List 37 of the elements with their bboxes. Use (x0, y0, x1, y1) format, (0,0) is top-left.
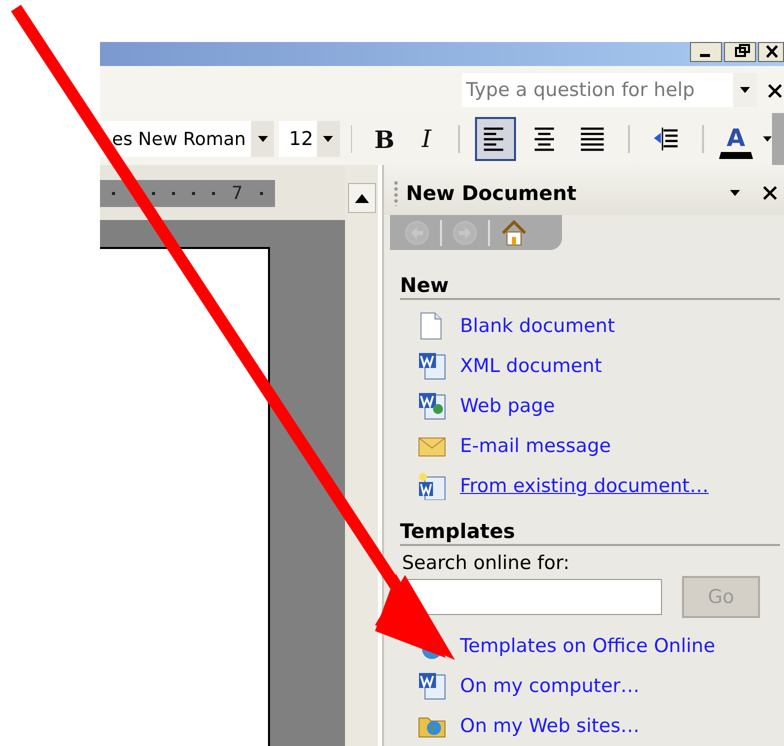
link[interactable]: Web page (460, 395, 555, 417)
section-heading: Templates (400, 518, 780, 546)
font-size-field[interactable]: 12 (279, 121, 340, 157)
minimize-icon[interactable] (690, 42, 722, 62)
close-icon[interactable] (767, 83, 783, 99)
dropdown-icon[interactable] (762, 136, 772, 142)
close-icon[interactable] (762, 185, 778, 201)
help-search-field[interactable]: Type a question for help (462, 73, 757, 107)
bold-button[interactable]: B (367, 117, 402, 161)
pane-title: New Document (406, 181, 578, 205)
link[interactable]: XML document (460, 355, 602, 377)
dropdown-icon[interactable] (323, 136, 334, 142)
word-document-icon (418, 352, 446, 380)
scroll-up-icon[interactable] (354, 194, 368, 202)
document-sparkle-icon (418, 472, 446, 500)
link[interactable]: Blank document (460, 315, 615, 337)
link[interactable]: On my computer… (460, 675, 640, 697)
link[interactable]: On my Web sites… (460, 715, 640, 737)
font-name-field[interactable]: es New Roman (100, 121, 274, 157)
ruler-number: 7 (232, 183, 243, 204)
web-page-icon (418, 392, 446, 420)
restore-icon[interactable] (724, 42, 756, 62)
search-label: Search online for: (402, 552, 571, 574)
dropdown-icon[interactable] (258, 136, 268, 142)
toolbar-handle[interactable] (772, 113, 784, 165)
link[interactable]: From existing document… (460, 475, 709, 497)
dropdown-icon[interactable] (740, 87, 750, 93)
scroll-bar[interactable] (345, 165, 378, 746)
home-icon[interactable] (500, 218, 528, 246)
dropdown-icon[interactable] (730, 190, 742, 196)
link[interactable]: E-mail message (460, 435, 611, 457)
word-document-icon (418, 672, 446, 700)
close-icon[interactable] (758, 42, 784, 62)
italic-button[interactable]: I (409, 117, 444, 161)
section-heading: New (400, 272, 780, 300)
align-left-button[interactable] (475, 117, 516, 161)
link[interactable]: Templates on Office Online (460, 635, 716, 657)
